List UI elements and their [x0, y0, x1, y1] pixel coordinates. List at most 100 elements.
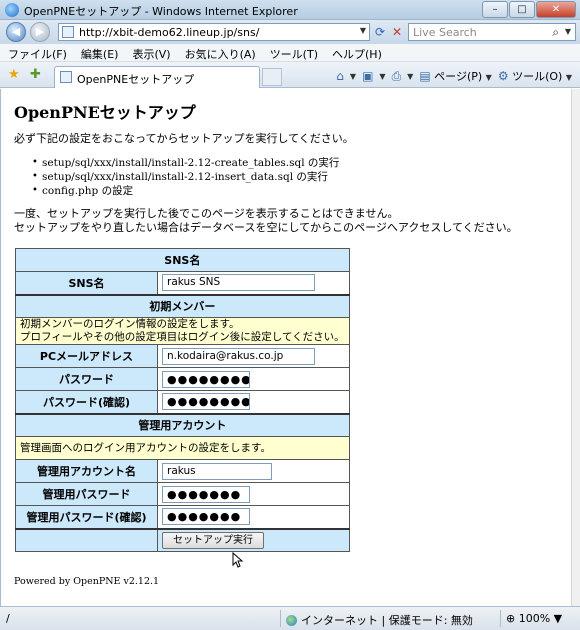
page-menu-label: ページ(P) [434, 70, 483, 83]
email-field[interactable]: n.kodaira@rakus.co.jp [162, 347, 315, 365]
tools-dropdown-icon: ▼ [565, 73, 572, 82]
password-confirm-label: パスワード(確認) [15, 390, 158, 414]
setup-submit-button[interactable]: セットアップ実行 [162, 531, 264, 549]
close-button[interactable]: ✕ [536, 1, 576, 18]
admin-section-header: 管理用アカウント [15, 412, 350, 437]
sns-name-input[interactable]: rakus SNS [162, 274, 315, 292]
sns-name-label: SNS名 [15, 271, 158, 295]
admin-password-confirm-label: 管理用パスワード(確認) [15, 505, 158, 529]
search-input[interactable]: Live Search ⌕ ▼ [408, 23, 576, 41]
password-field[interactable]: ●●●●●●●● [162, 370, 250, 388]
powered-by-footer: Powered by OpenPNE v2.12.1 [14, 576, 160, 587]
status-divider [280, 610, 281, 627]
forward-button[interactable]: ▶ [30, 22, 50, 42]
tools-menu-label: ツール(O) [512, 70, 563, 83]
menu-edit[interactable]: 編集(E) [73, 44, 125, 61]
warning-line-1: 一度、セットアップを実行した後でこのページを表示することはできません。 [14, 207, 399, 220]
home-icon[interactable]: ⌂ [336, 69, 344, 83]
member-note: 初期メンバーのログイン情報の設定をします。 プロフィールやその他の設定項目はログ… [15, 317, 350, 345]
admin-password-label: 管理用パスワード [15, 482, 158, 506]
zone-label: インターネット | 保護モード: 無効 [301, 614, 473, 627]
address-bar: ◀ ▶ http://xbit-demo62.lineup.jp/sns/ ▼ … [0, 20, 580, 44]
list-item: config.php の設定 [32, 184, 339, 198]
sns-section-header: SNS名 [15, 248, 350, 272]
menu-help[interactable]: ヘルプ(H) [324, 44, 388, 61]
admin-account-cell: rakus [157, 459, 350, 483]
member-note-line-2: プロフィールやその他の設定項目はログイン後に設定してください。 [20, 331, 345, 343]
gear-icon: ⚙ [497, 69, 509, 83]
list-item: setup/sql/xxx/install/install-2.12-creat… [32, 156, 339, 170]
tab-label: OpenPNEセットアップ [77, 73, 195, 86]
zoom-level[interactable]: ⊕ 100% ▼ [506, 612, 562, 625]
vertical-scrollbar[interactable] [571, 89, 580, 606]
member-section-header: 初期メンバー [15, 293, 350, 318]
email-label: PCメールアドレス [15, 344, 158, 368]
mouse-cursor-icon [232, 552, 244, 568]
menu-tools[interactable]: ツール(T) [262, 44, 324, 61]
email-cell: n.kodaira@rakus.co.jp [157, 344, 350, 368]
admin-password-field[interactable]: ●●●●●●● [162, 485, 250, 503]
new-tab-button[interactable] [262, 68, 282, 86]
search-placeholder: Live Search [413, 26, 477, 39]
menu-favorites[interactable]: お気に入り(A) [177, 44, 262, 61]
admin-password-cell: ●●●●●●● [157, 482, 350, 506]
password-confirm-field[interactable]: ●●●●●●●● [162, 393, 250, 411]
url-dropdown-icon[interactable]: ▼ [360, 26, 366, 35]
search-dropdown-icon[interactable]: ▼ [565, 27, 571, 36]
page-icon [62, 26, 74, 38]
security-zone[interactable]: インターネット | 保護モード: 無効 [286, 612, 473, 628]
button-cell: セットアップ実行 [157, 527, 350, 552]
tab-bar: ★ ✚ OpenPNEセットアップ ⌂ ▼ ▣ ▼ ⎙ ▼ ▤ ページ(P) ▼ ⚙ … [0, 62, 580, 88]
url-field[interactable]: http://xbit-demo62.lineup.jp/sns/ ▼ [58, 23, 370, 41]
admin-password-confirm-field[interactable]: ●●●●●●● [162, 508, 250, 526]
password-confirm-cell: ●●●●●●●● [157, 390, 350, 414]
member-note-line-1: 初期メンバーのログイン情報の設定をします。 [20, 318, 240, 330]
password-label: パスワード [15, 367, 158, 391]
back-button[interactable]: ◀ [6, 22, 26, 42]
title-bar: OpenPNEセットアップ - Windows Internet Explore… [0, 0, 580, 20]
command-bar: ⌂ ▼ ▣ ▼ ⎙ ▼ ▤ ページ(P) ▼ ⚙ ツール(O) ▼ [336, 68, 572, 84]
menu-bar: ファイル(F) 編集(E) 表示(V) お気に入り(A) ツール(T) ヘルプ(… [0, 44, 580, 62]
stop-icon[interactable]: ✕ [389, 23, 405, 41]
window-title: OpenPNEセットアップ - Windows Internet Explore… [24, 5, 298, 18]
page-title: OpenPNEセットアップ [14, 103, 196, 122]
home-dropdown-icon[interactable]: ▼ [350, 72, 356, 81]
menu-file[interactable]: ファイル(F) [0, 44, 73, 61]
tab-openpne-setup[interactable]: OpenPNEセットアップ [54, 66, 260, 88]
globe-icon [286, 614, 297, 626]
status-text: / [6, 612, 10, 625]
add-favorite-icon[interactable]: ✚ [30, 67, 41, 82]
list-item: setup/sql/xxx/install/install-2.12-inser… [32, 170, 339, 184]
admin-account-label: 管理用アカウント名 [15, 459, 158, 483]
admin-note: 管理画面へのログイン用アカウントの設定をします。 [15, 436, 350, 460]
ie-logo-icon [5, 3, 19, 17]
button-row-spacer [15, 527, 158, 552]
page-dropdown-icon: ▼ [485, 73, 492, 82]
window-controls: – □ ✕ [482, 1, 576, 18]
menu-view[interactable]: 表示(V) [124, 44, 176, 61]
password-cell: ●●●●●●●● [157, 367, 350, 391]
feeds-icon[interactable]: ▣ [362, 69, 373, 83]
refresh-icon[interactable]: ⟳ [372, 23, 388, 41]
minimize-button[interactable]: – [482, 1, 508, 18]
print-dropdown-icon[interactable]: ▼ [407, 72, 413, 81]
status-bar: / インターネット | 保護モード: 無効 ⊕ 100% ▼ [0, 606, 580, 630]
warning-text: 一度、セットアップを実行した後でこのページを表示することはできません。 セットア… [14, 207, 518, 235]
browser-content: OpenPNEセットアップ 必ず下記の設定をおこなってからセットアップを実行して… [0, 89, 571, 606]
intro-text: 必ず下記の設定をおこなってからセットアップを実行してください。 [14, 132, 354, 145]
print-icon[interactable]: ⎙ [392, 69, 402, 84]
setup-form: SNS名 SNS名 rakus SNS 初期メンバー 初期メンバーのログイン情報… [15, 248, 350, 552]
maximize-button[interactable]: □ [509, 1, 535, 18]
page-icon: ▤ [419, 69, 431, 83]
favorites-star-icon[interactable]: ★ [8, 67, 20, 82]
search-icon[interactable]: ⌕ [552, 25, 559, 40]
admin-password-confirm-cell: ●●●●●●● [157, 505, 350, 529]
url-text: http://xbit-demo62.lineup.jp/sns/ [79, 26, 260, 39]
sns-name-cell: rakus SNS [157, 271, 350, 295]
feeds-dropdown-icon[interactable]: ▼ [379, 72, 385, 81]
tab-page-icon [60, 71, 72, 83]
admin-account-field[interactable]: rakus [162, 462, 272, 480]
page-menu[interactable]: ▤ ページ(P) ▼ [419, 68, 492, 84]
warning-line-2: セットアップをやり直したい場合はデータベースを空にしてからこのページへアクセスし… [14, 221, 518, 234]
tools-menu[interactable]: ⚙ ツール(O) ▼ [498, 68, 572, 84]
